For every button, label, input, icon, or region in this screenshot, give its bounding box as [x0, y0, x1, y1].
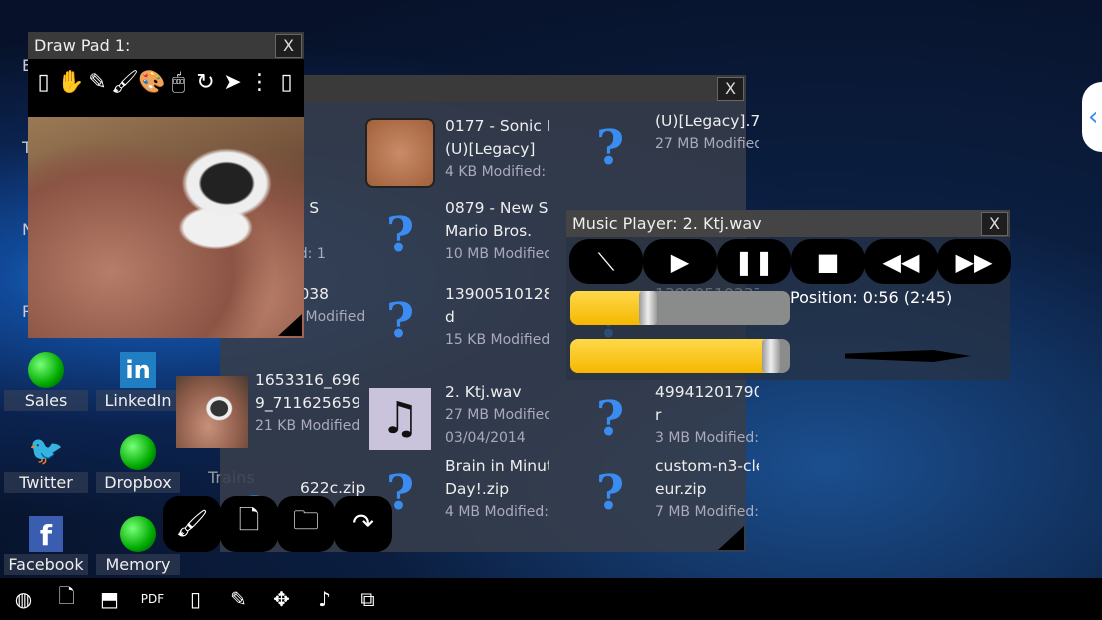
- window-title: Music Player: 2. Ktj.wav: [572, 214, 762, 233]
- file-item[interactable]: ?Brain in Minute Day!.zip4 MB Modified:: [365, 455, 549, 541]
- file-item[interactable]: ? 139005101283 d 15 KB Modified:: [365, 283, 549, 369]
- rotate-icon[interactable]: ↻: [192, 70, 219, 95]
- fast-forward-button[interactable]: ▶▶: [937, 239, 1011, 284]
- file-name: 0177 - Sonic F (U)[Legacy]: [445, 117, 549, 158]
- slider-thumb[interactable]: [638, 291, 657, 325]
- file-name: Brain in Minute Day!.zip: [445, 457, 549, 498]
- pencil-icon[interactable]: ✎: [225, 587, 252, 611]
- pause-button[interactable]: ❚❚: [717, 239, 791, 284]
- linkedin-icon: in: [120, 352, 156, 388]
- globe-ball-icon: [28, 352, 64, 388]
- file-meta: 7 MB Modified:: [655, 504, 759, 520]
- pencil-icon[interactable]: ✎: [84, 70, 111, 95]
- file-meta: 21 KB Modified:: [255, 418, 359, 434]
- phone-icon[interactable]: ▯: [182, 587, 209, 611]
- unknown-file-icon: ?: [595, 391, 625, 447]
- paper-plane-icon[interactable]: ➤: [219, 70, 246, 95]
- file-item[interactable]: ? 0879 - New S Mario Bros. 10 MB Modified: [365, 197, 549, 283]
- file-item[interactable]: 0177 - Sonic F (U)[Legacy] 4 KB Modified:…: [365, 115, 549, 201]
- play-button[interactable]: ▶: [643, 239, 717, 284]
- spray-can-icon[interactable]: ▯: [273, 70, 300, 95]
- folder-icon: [365, 118, 435, 188]
- stop-button[interactable]: ■: [791, 239, 865, 284]
- file-name: custom-n3-cle eur.zip: [655, 457, 759, 498]
- globe-ball-icon: [120, 434, 156, 470]
- new-folder-button[interactable]: 🗀: [277, 496, 335, 552]
- file-meta: 15 KB Modified:: [445, 332, 549, 348]
- music-player-titlebar[interactable]: Music Player: 2. Ktj.wav: [566, 210, 1010, 237]
- kitten-thumbnail[interactable]: [176, 376, 248, 448]
- side-panel-toggle[interactable]: ‹: [1082, 82, 1102, 152]
- draw-pad-window: Draw Pad 1: X ▯ ✋ ✎ 🖌🎨 🖱 ↻ ➤ ⋮ ▯: [28, 32, 304, 338]
- brush-icon[interactable]: 🖌: [111, 70, 139, 95]
- file-item[interactable]: ? (U)[Legacy].7z 27 MB Modified: [575, 110, 759, 196]
- unknown-file-icon: ?: [595, 465, 625, 521]
- file-name: 2. Ktj.wav: [445, 383, 522, 401]
- redo-button[interactable]: ↷: [334, 496, 392, 552]
- close-button[interactable]: X: [981, 212, 1008, 236]
- move-icon[interactable]: ✥: [268, 587, 295, 611]
- progress-slider[interactable]: [570, 291, 790, 325]
- rewind-button[interactable]: ◀◀: [864, 239, 938, 284]
- corkscrew-button[interactable]: ⟍: [569, 239, 643, 284]
- desktop-icon-twitter[interactable]: 🐦 Twitter: [4, 434, 88, 493]
- desktop-icon-facebook[interactable]: f Facebook: [4, 516, 88, 575]
- phone-icon[interactable]: ▯: [30, 70, 57, 95]
- unknown-file-icon: ?: [385, 207, 415, 263]
- position-readout: Position: 0:56 (2:45): [790, 288, 953, 307]
- progress-fill: [570, 291, 648, 325]
- file-meta: 4 MB Modified:: [445, 504, 549, 520]
- close-button[interactable]: X: [275, 34, 302, 58]
- slider-thumb[interactable]: [761, 339, 780, 373]
- globe-icon[interactable]: ◍: [10, 587, 37, 611]
- desktop-icon-linkedin[interactable]: in LinkedIn: [96, 352, 180, 411]
- music-file-icon: ♫: [369, 388, 431, 450]
- draw-pad-titlebar[interactable]: Draw Pad 1:: [28, 32, 304, 59]
- file-name: 499412017909 r: [655, 383, 759, 424]
- music-note-icon[interactable]: ♪: [311, 587, 338, 611]
- file-name: 1653316_69615 9_711625659_r: [255, 371, 359, 412]
- twitter-icon: 🐦: [28, 434, 64, 467]
- new-file-button[interactable]: 🗋: [220, 496, 278, 552]
- mouse-icon[interactable]: 🖱: [165, 70, 192, 95]
- file-icon[interactable]: 🗋: [53, 582, 80, 616]
- desktop-icon-dropbox[interactable]: Dropbox: [96, 434, 180, 493]
- file-name: (U)[Legacy].7z: [655, 112, 759, 130]
- file-name: 139005101283 d: [445, 285, 549, 326]
- file-meta: 27 MB Modified: [655, 136, 759, 152]
- unknown-file-icon: ?: [385, 293, 415, 349]
- resize-handle-icon[interactable]: [278, 314, 302, 336]
- inbox-icon[interactable]: ⬒: [96, 587, 123, 611]
- close-button[interactable]: X: [717, 77, 744, 101]
- window-title: Draw Pad 1:: [34, 36, 131, 55]
- resize-handle-icon[interactable]: [718, 526, 744, 550]
- drawing-canvas[interactable]: [28, 117, 304, 338]
- copy-icon[interactable]: ⧉: [354, 587, 381, 611]
- more-icon[interactable]: ⋮: [246, 70, 273, 95]
- file-meta: 3 MB Modified:: [655, 430, 759, 446]
- file-name: 622c.zip: [300, 479, 366, 497]
- gift-icon[interactable]: ✋: [57, 70, 84, 95]
- draw-pad-toolbar: ▯ ✋ ✎ 🖌🎨 🖱 ↻ ➤ ⋮ ▯: [30, 70, 300, 95]
- file-meta: 4 KB Modified: 1: [445, 164, 549, 180]
- file-meta: 27 MB Modified 03/04/2014: [445, 407, 549, 446]
- volume-fill: [570, 339, 771, 373]
- globe-ball-icon: [120, 516, 156, 552]
- file-meta: 10 MB Modified: [445, 246, 549, 262]
- facebook-icon: f: [29, 516, 63, 552]
- pdf-icon[interactable]: PDF: [139, 592, 166, 606]
- desktop-icon-sales[interactable]: Sales: [4, 352, 88, 411]
- palette-icon[interactable]: 🎨: [138, 70, 165, 95]
- volume-slider[interactable]: [570, 339, 790, 373]
- paint-roller-button[interactable]: 🖌: [163, 496, 221, 552]
- unknown-file-icon: ?: [595, 120, 625, 176]
- taskbar: ◍ 🗋 ⬒ PDF ▯ ✎ ✥ ♪ ⧉: [0, 578, 1102, 620]
- file-name: 0879 - New S Mario Bros.: [445, 199, 549, 240]
